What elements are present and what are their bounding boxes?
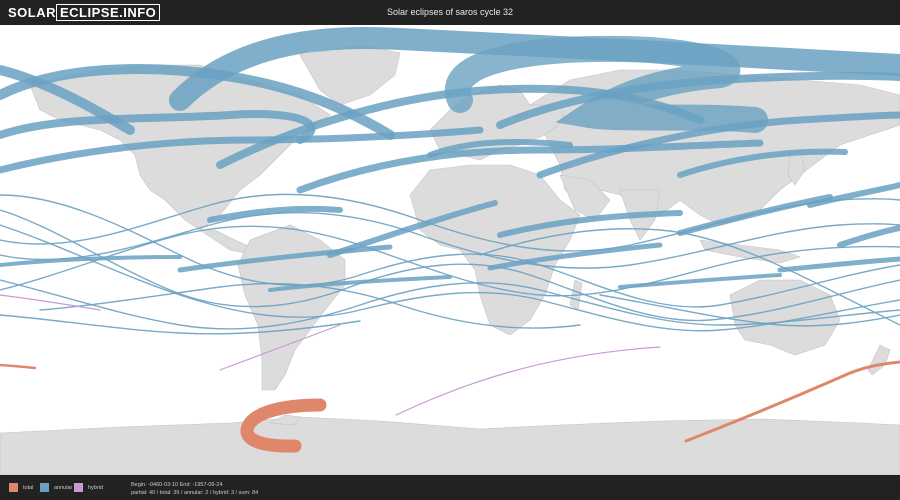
saros-counts: partial: 40 / total: 39 / annular: 2 / h… — [131, 490, 259, 496]
legend-total-label: total — [23, 484, 34, 491]
legend-hybrid: hybrid — [74, 483, 103, 492]
map-svg — [0, 27, 900, 476]
hybrid-path-3 — [395, 346, 661, 416]
legend-total: total — [9, 483, 33, 492]
legend-hybrid-swatch — [74, 483, 83, 492]
land-antarctica — [0, 416, 900, 476]
top-bar: SOLAR ECLIPSE.INFO Solar eclipses of sar… — [0, 0, 900, 25]
bottom-bar: total annular hybrid Begin: -0460-03-10 … — [0, 475, 900, 500]
page-title: Solar eclipses of saros cycle 32 — [386, 7, 514, 17]
saros-begin-end: Begin: -0460-03-10 End: -1957-09-24 — [131, 482, 223, 488]
land-new-zealand — [867, 344, 891, 376]
land-indonesia — [699, 239, 801, 264]
hybrid-paths — [0, 294, 661, 416]
legend-annular: annular — [40, 483, 72, 492]
eclipse-world-map — [0, 25, 900, 476]
legend-total-swatch — [9, 483, 18, 492]
annular-path-12 — [207, 205, 343, 223]
legend-annular-label: annular — [54, 484, 73, 491]
land-south-america — [237, 224, 346, 391]
total-path-1 — [0, 363, 37, 370]
legend-hybrid-label: hybrid — [88, 484, 103, 491]
land-central-america — [199, 229, 251, 254]
legend-annular-swatch — [40, 483, 49, 492]
saros-info: Begin: -0460-03-10 End: -1957-09-24 part… — [131, 481, 258, 497]
annular-path-16 — [837, 225, 900, 248]
